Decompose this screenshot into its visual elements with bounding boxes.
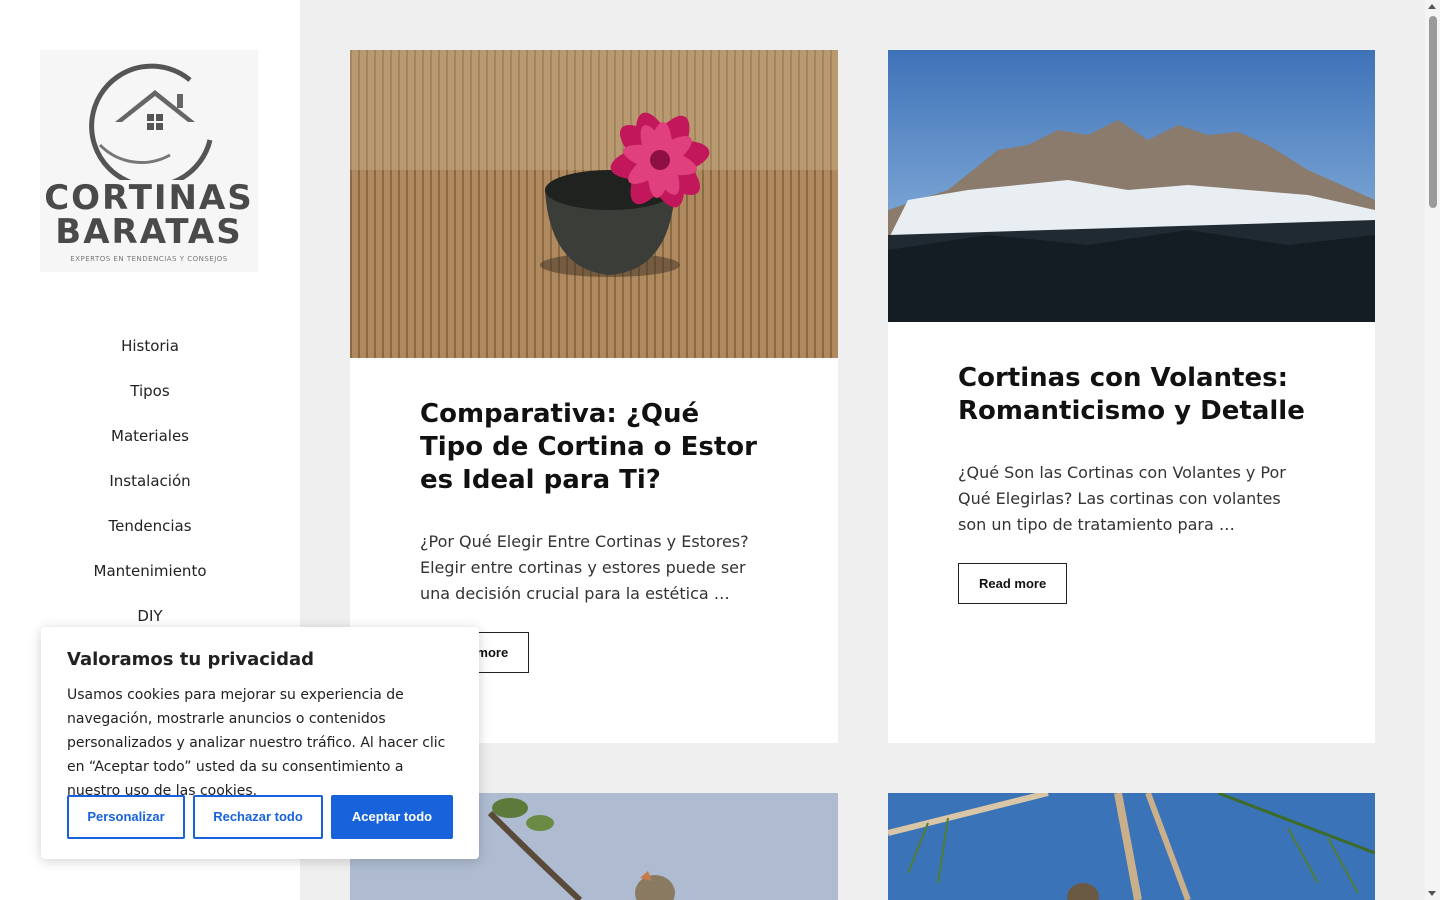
- logo-text-line2: BARATAS: [55, 212, 243, 252]
- scroll-thumb[interactable]: [1429, 16, 1437, 208]
- nav-item-tipos[interactable]: Tipos: [0, 378, 300, 423]
- house-logo-icon: [89, 63, 213, 180]
- customize-button[interactable]: Personalizar: [67, 795, 185, 839]
- post-title[interactable]: Cortinas con Volantes: Romanticismo y De…: [958, 362, 1305, 428]
- pink-flower-bowl-image[interactable]: [350, 50, 838, 358]
- cookie-title: Valoramos tu privacidad: [67, 649, 315, 670]
- post-title[interactable]: Comparativa: ¿Qué Tipo de Cortina o Esto…: [420, 398, 768, 497]
- mountain-landscape-image[interactable]: [888, 50, 1375, 322]
- read-more-button[interactable]: Read more: [958, 563, 1068, 604]
- cookie-text: Usamos cookies para mejorar su experienc…: [67, 687, 446, 799]
- nav-item-mantenimiento[interactable]: Mantenimiento: [0, 558, 300, 603]
- cookie-consent-dialog: Valoramos tu privacidad Usamos cookies p…: [41, 627, 479, 859]
- post-excerpt: ¿Qué Son las Cortinas con Volantes y Por…: [958, 463, 1286, 534]
- scroll-up-arrow-icon[interactable]: [1428, 4, 1436, 9]
- post-card: Cortinas con Volantes: Romanticismo y De…: [888, 50, 1375, 743]
- reject-all-button[interactable]: Rechazar todo: [193, 795, 323, 839]
- page-scrollbar[interactable]: [1425, 0, 1440, 900]
- main-nav: Historia Tipos Materiales Instalación Te…: [0, 333, 300, 648]
- site-logo[interactable]: CORTINAS BARATAS EXPERTOS EN TENDENCIAS …: [40, 50, 258, 272]
- nav-item-historia[interactable]: Historia: [0, 333, 300, 378]
- bird-pine-image[interactable]: [888, 793, 1375, 900]
- logo-tagline: EXPERTOS EN TENDENCIAS Y CONSEJOS: [70, 255, 228, 263]
- nav-item-instalacion[interactable]: Instalación: [0, 468, 300, 513]
- nav-item-materiales[interactable]: Materiales: [0, 423, 300, 468]
- nav-item-tendencias[interactable]: Tendencias: [0, 513, 300, 558]
- post-excerpt: ¿Por Qué Elegir Entre Cortinas y Estores…: [420, 532, 749, 603]
- scroll-down-arrow-icon[interactable]: [1428, 891, 1436, 896]
- post-card: [888, 793, 1375, 900]
- accept-all-button[interactable]: Aceptar todo: [331, 795, 453, 839]
